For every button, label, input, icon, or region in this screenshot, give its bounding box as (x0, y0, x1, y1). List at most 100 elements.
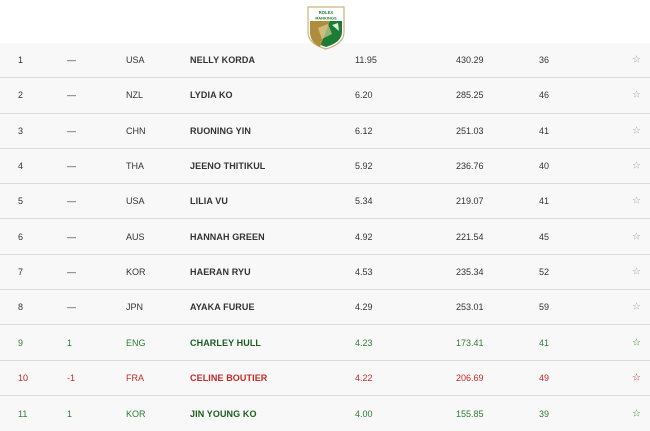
rank-change-cell: -1 (67, 372, 76, 383)
country-cell: JPN (126, 302, 144, 313)
favorite-star-icon[interactable]: ☆ (632, 372, 641, 383)
svg-text:RANKINGS: RANKINGS (315, 16, 337, 21)
rank-change-cell: — (67, 125, 76, 136)
total-points-cell: 173.41 (456, 337, 484, 348)
country-cell: AUS (126, 231, 145, 242)
favorite-star-icon[interactable]: ☆ (632, 337, 641, 348)
player-name-link[interactable]: RUONING YIN (190, 126, 251, 136)
rank-cell: 8 (18, 302, 24, 313)
rank-change-cell: — (67, 302, 76, 313)
favorite-star-icon[interactable]: ☆ (632, 125, 641, 136)
table-row[interactable]: 5 — USA LILIA VU 5.34 219.07 41 ☆ (0, 184, 650, 220)
total-points-cell: 253.01 (456, 302, 484, 313)
country-cell: KOR (126, 266, 146, 277)
rank-cell: 6 (18, 231, 24, 242)
rank-cell: 9 (18, 337, 24, 348)
country-cell: KOR (126, 408, 146, 419)
table-row[interactable]: 11 1 KOR JIN YOUNG KO 4.00 155.85 39 ☆ (0, 396, 650, 431)
average-points-cell: 4.22 (355, 372, 373, 383)
country-cell: ENG (126, 337, 146, 348)
rank-cell: 10 (18, 372, 29, 383)
favorite-star-icon[interactable]: ☆ (632, 302, 641, 313)
average-points-cell: 5.34 (355, 196, 373, 207)
total-points-cell: 206.69 (456, 372, 484, 383)
total-points-cell: 236.76 (456, 161, 484, 172)
rank-cell: 3 (18, 125, 24, 136)
svg-text:ROLEX: ROLEX (319, 10, 334, 15)
average-points-cell: 5.92 (355, 161, 373, 172)
total-points-cell: 219.07 (456, 196, 484, 207)
total-points-cell: 221.54 (456, 231, 484, 242)
player-name-link[interactable]: NELLY KORDA (190, 55, 255, 65)
rank-change-cell: — (67, 55, 76, 66)
average-points-cell: 4.00 (355, 408, 373, 419)
player-name-link[interactable]: HANNAH GREEN (190, 232, 265, 242)
events-cell: 40 (539, 161, 550, 172)
events-cell: 41 (539, 125, 550, 136)
favorite-star-icon[interactable]: ☆ (632, 196, 641, 207)
events-cell: 41 (539, 196, 550, 207)
average-points-cell: 4.92 (355, 231, 373, 242)
average-points-cell: 11.95 (355, 55, 377, 66)
rankings-shield-icon: ROLEX RANKINGS (307, 6, 345, 50)
table-row[interactable]: 6 — AUS HANNAH GREEN 4.92 221.54 45 ☆ (0, 219, 650, 255)
rank-cell: 5 (18, 196, 24, 207)
country-cell: USA (126, 55, 145, 66)
events-cell: 46 (539, 90, 550, 101)
events-cell: 39 (539, 408, 550, 419)
rank-change-cell: — (67, 266, 76, 277)
rank-cell: 1 (18, 55, 24, 66)
table-row[interactable]: 9 1 ENG CHARLEY HULL 4.23 173.41 41 ☆ (0, 325, 650, 361)
average-points-cell: 6.20 (355, 90, 373, 101)
rank-cell: 4 (18, 161, 24, 172)
rank-cell: 7 (18, 266, 24, 277)
table-row[interactable]: 3 — CHN RUONING YIN 6.12 251.03 41 ☆ (0, 114, 650, 149)
rank-change-cell: — (67, 90, 76, 101)
player-name-link[interactable]: CHARLEY HULL (190, 338, 261, 348)
country-cell: USA (126, 196, 145, 207)
player-name-link[interactable]: HAERAN RYU (190, 267, 251, 277)
table-row[interactable]: 7 — KOR HAERAN RYU 4.53 235.34 52 ☆ (0, 255, 650, 291)
average-points-cell: 6.12 (355, 125, 373, 136)
events-cell: 49 (539, 372, 550, 383)
player-name-link[interactable]: AYAKA FURUE (190, 302, 255, 312)
average-points-cell: 4.23 (355, 337, 373, 348)
player-name-link[interactable]: JIN YOUNG KO (190, 409, 257, 419)
total-points-cell: 430.29 (456, 55, 484, 66)
events-cell: 59 (539, 302, 550, 313)
country-cell: NZL (126, 90, 144, 101)
table-row[interactable]: 2 — NZL LYDIA KO 6.20 285.25 46 ☆ (0, 78, 650, 114)
table-row[interactable]: 8 — JPN AYAKA FURUE 4.29 253.01 59 ☆ (0, 290, 650, 326)
average-points-cell: 4.53 (355, 266, 373, 277)
favorite-star-icon[interactable]: ☆ (632, 408, 641, 419)
average-points-cell: 4.29 (355, 302, 373, 313)
rank-change-cell: — (67, 196, 76, 207)
favorite-star-icon[interactable]: ☆ (632, 55, 641, 66)
player-name-link[interactable]: JEENO THITIKUL (190, 161, 265, 171)
favorite-star-icon[interactable]: ☆ (632, 231, 641, 242)
events-cell: 41 (539, 337, 550, 348)
rankings-table: 1— USA NELLY KORDA 11.95 430.29 36 ☆ 2— NZL LYDIA… (0, 43, 650, 431)
rank-change-cell: — (67, 231, 76, 242)
country-cell: CHN (126, 125, 146, 136)
total-points-cell: 155.85 (456, 408, 484, 419)
events-cell: 45 (539, 231, 550, 242)
country-cell: FRA (126, 372, 144, 383)
rank-cell: 11 (18, 408, 28, 419)
rank-change-cell: 1 (67, 408, 73, 419)
rank-change-cell: 1 (67, 337, 73, 348)
rolex-rankings-logo[interactable]: ROLEX RANKINGS (306, 4, 346, 50)
events-cell: 36 (539, 55, 550, 66)
total-points-cell: 251.03 (456, 125, 484, 136)
player-name-link[interactable]: LILIA VU (190, 196, 228, 206)
favorite-star-icon[interactable]: ☆ (632, 90, 641, 101)
table-row[interactable]: 10 -1 FRA CELINE BOUTIER 4.22 206.69 49 ☆ (0, 361, 650, 396)
favorite-star-icon[interactable]: ☆ (632, 266, 641, 277)
player-name-link[interactable]: LYDIA KO (190, 90, 233, 100)
player-name-link[interactable]: CELINE BOUTIER (190, 373, 267, 383)
table-row[interactable]: 4 — THA JEENO THITIKUL 5.92 236.76 40 ☆ (0, 149, 650, 185)
favorite-star-icon[interactable]: ☆ (632, 161, 641, 172)
total-points-cell: 235.34 (456, 266, 484, 277)
country-cell: THA (126, 161, 144, 172)
total-points-cell: 285.25 (456, 90, 484, 101)
